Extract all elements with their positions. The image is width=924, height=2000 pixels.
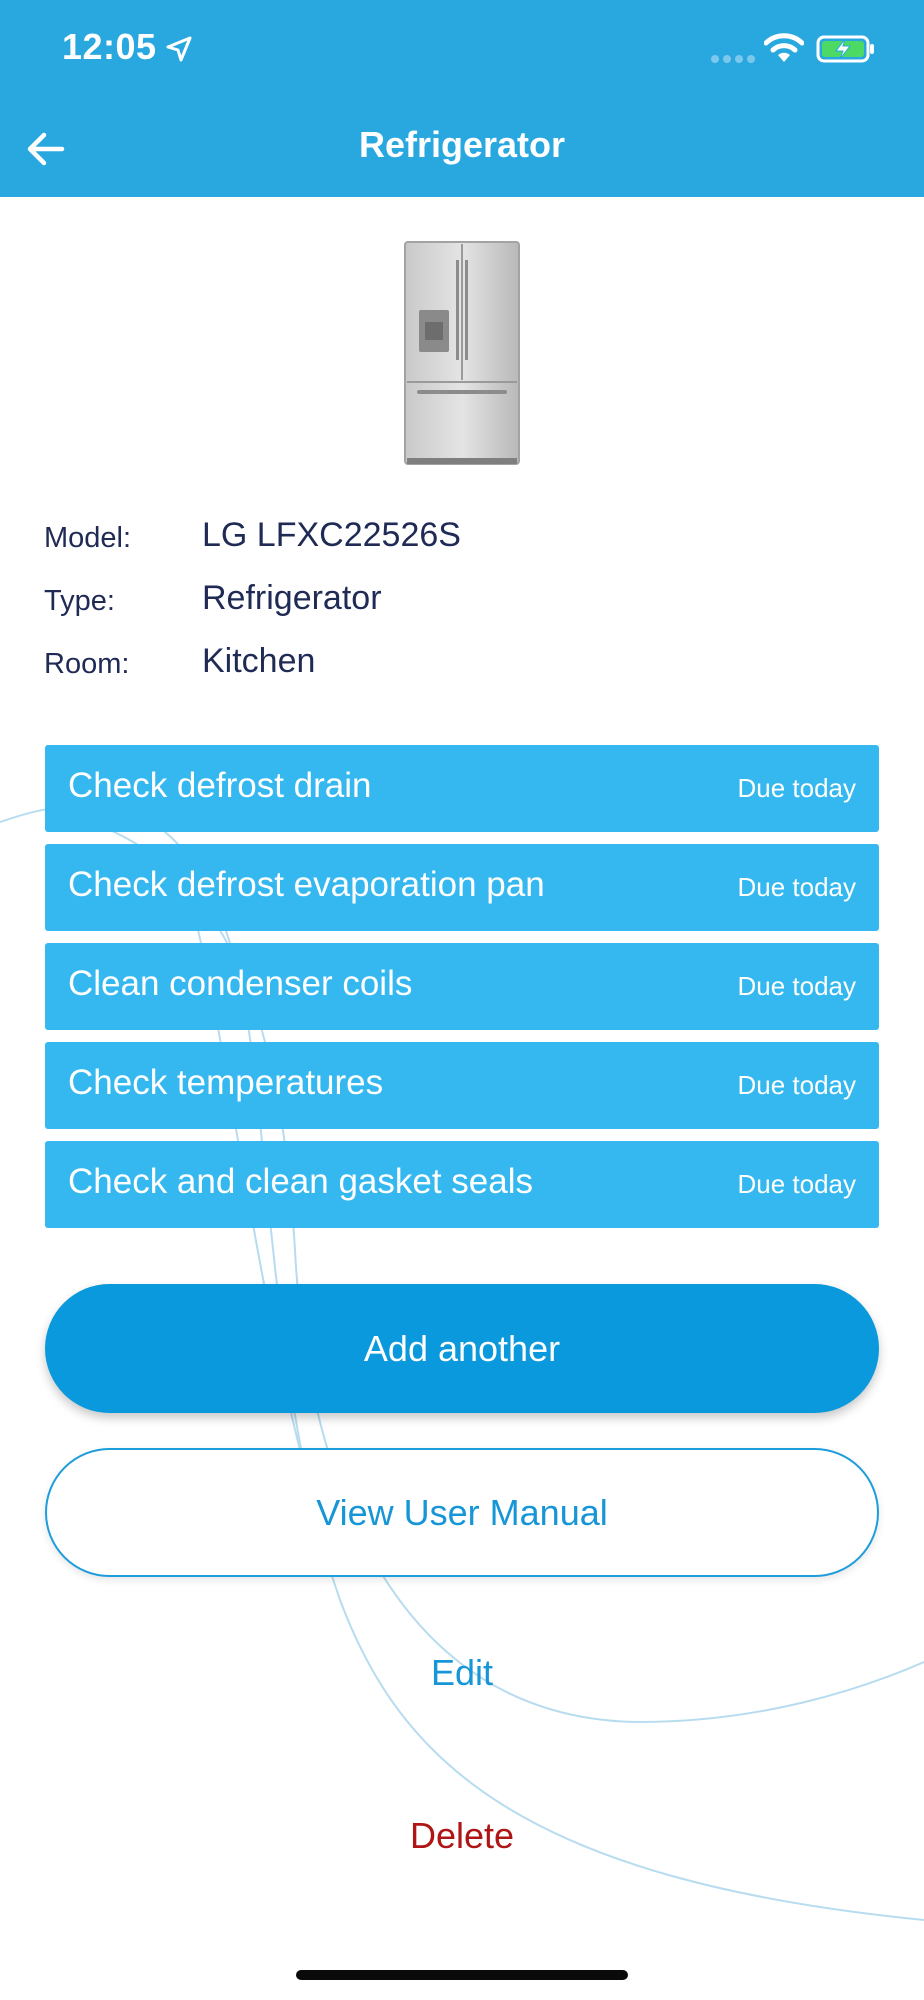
room-label: Room: bbox=[44, 648, 130, 680]
page-title: Refrigerator bbox=[358, 124, 566, 165]
home-indicator[interactable] bbox=[296, 1970, 628, 1980]
type-label: Type: bbox=[44, 585, 115, 617]
model-label: Model: bbox=[44, 522, 132, 554]
task-due-status: Due today bbox=[737, 1169, 856, 1199]
app-header: 12:05 Refrigerator bbox=[0, 0, 924, 197]
add-another-button[interactable]: Add another bbox=[45, 1284, 879, 1413]
maintenance-task-list: Check defrost drain Due today Check defr… bbox=[45, 745, 879, 1240]
model-value: LG LFXC22526S bbox=[202, 516, 461, 554]
task-due-status: Due today bbox=[737, 773, 856, 803]
task-due-status: Due today bbox=[737, 971, 856, 1001]
task-item[interactable]: Clean condenser coils Due today bbox=[45, 943, 879, 1030]
status-time: 12:05 bbox=[62, 26, 157, 67]
task-item[interactable]: Check and clean gasket seals Due today bbox=[45, 1141, 879, 1228]
type-value: Refrigerator bbox=[202, 579, 382, 617]
location-arrow-icon bbox=[166, 36, 192, 62]
view-user-manual-button[interactable]: View User Manual bbox=[45, 1448, 879, 1577]
wifi-icon bbox=[764, 33, 804, 62]
battery-charging-icon bbox=[816, 35, 874, 63]
edit-link[interactable]: Edit bbox=[0, 1652, 924, 1694]
task-item[interactable]: Check defrost evaporation pan Due today bbox=[45, 844, 879, 931]
task-due-status: Due today bbox=[737, 872, 856, 902]
task-name: Check defrost evaporation pan bbox=[68, 865, 545, 904]
cellular-signal-icon bbox=[711, 55, 755, 63]
task-name: Check defrost drain bbox=[68, 766, 372, 805]
refrigerator-image bbox=[404, 241, 520, 465]
task-item[interactable]: Check defrost drain Due today bbox=[45, 745, 879, 832]
task-name: Check and clean gasket seals bbox=[68, 1162, 533, 1201]
task-due-status: Due today bbox=[737, 1070, 856, 1100]
appliance-detail-screen: 12:05 Refrigerator Model: LG LFXC22526S … bbox=[0, 0, 924, 2000]
task-name: Clean condenser coils bbox=[68, 964, 413, 1003]
delete-link[interactable]: Delete bbox=[0, 1815, 924, 1857]
room-value: Kitchen bbox=[202, 642, 316, 680]
task-item[interactable]: Check temperatures Due today bbox=[45, 1042, 879, 1129]
task-name: Check temperatures bbox=[68, 1063, 384, 1102]
